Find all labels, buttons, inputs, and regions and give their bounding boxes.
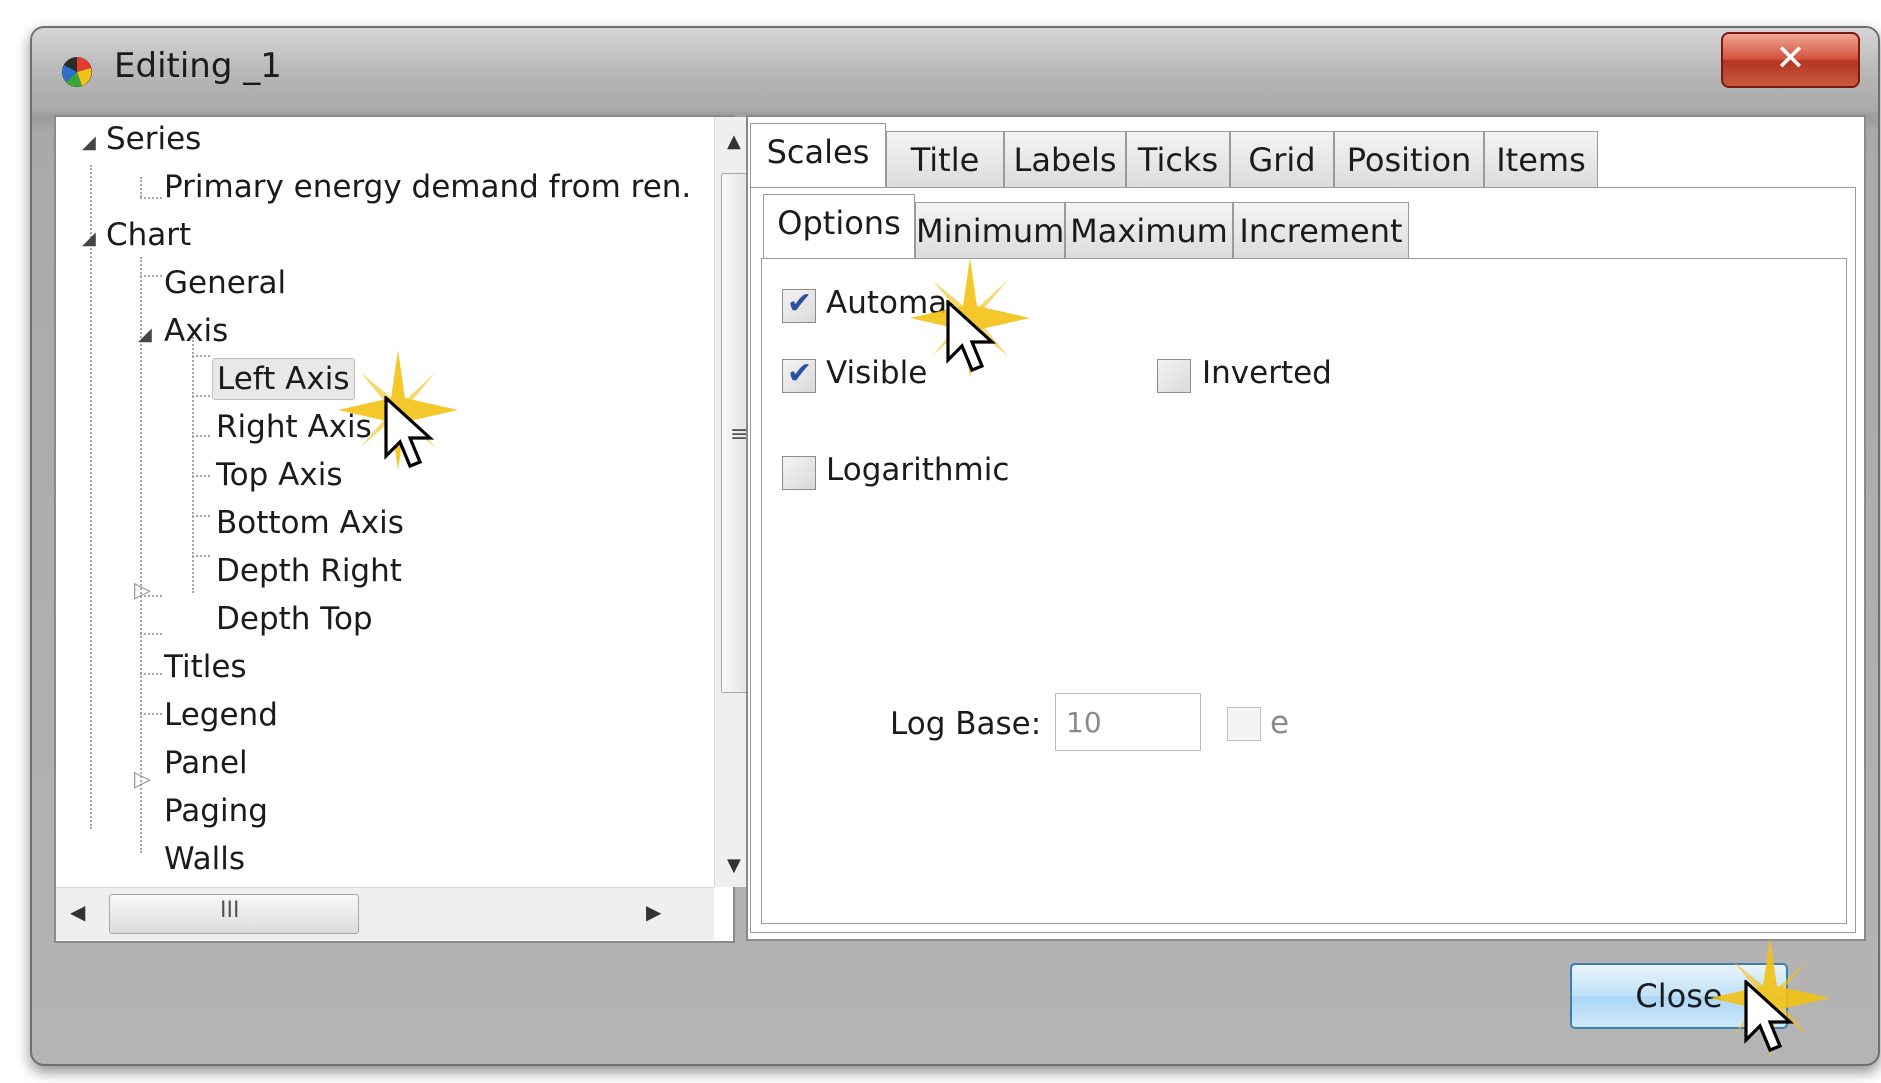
horizontal-scroll-thumb[interactable]: III — [109, 894, 359, 934]
tree-item-titles[interactable]: Titles — [160, 649, 251, 685]
tree-connector — [140, 257, 142, 853]
tree-item-legend[interactable]: Legend — [160, 697, 282, 733]
automatic-checkbox[interactable] — [782, 286, 816, 323]
tree-item-paging[interactable]: Paging — [160, 793, 272, 829]
tree-connector — [192, 355, 210, 357]
tree-connector — [140, 275, 162, 277]
collapsed-arrow-icon[interactable]: ▷ — [134, 578, 151, 603]
tree-connector — [140, 633, 162, 635]
tree-item-walls[interactable]: Walls — [160, 841, 249, 877]
tree-item-top-axis[interactable]: Top Axis — [212, 457, 346, 493]
tree-item-primary-energy[interactable]: Primary energy demand from ren. — [160, 169, 695, 205]
title-bar[interactable]: Editing _1 ✕ — [32, 28, 1878, 112]
window-close-button[interactable]: ✕ — [1721, 32, 1860, 88]
tree-connector — [140, 197, 162, 199]
inverted-checkbox[interactable] — [1157, 359, 1191, 393]
tab-items[interactable]: Items — [1484, 131, 1598, 187]
tree-item-panel[interactable]: Panel — [160, 745, 252, 781]
logarithmic-label: Logarithmic — [826, 452, 1010, 488]
expand-arrow-icon[interactable]: ◢ — [138, 324, 152, 345]
tree-connector — [140, 713, 162, 715]
tree-item-depth-right[interactable]: Depth Right — [212, 553, 406, 589]
axis-editor-panel: Scales Title Labels Ticks Grid Position … — [746, 115, 1866, 941]
tree-item-axis[interactable]: Axis — [160, 313, 232, 349]
log-base-label: Log Base: — [890, 706, 1042, 742]
subtab-maximum[interactable]: Maximum — [1065, 202, 1233, 258]
scroll-down-icon[interactable]: ▼ — [727, 855, 741, 876]
tab-labels[interactable]: Labels — [1004, 131, 1126, 187]
scroll-up-icon[interactable]: ▲ — [727, 131, 741, 152]
tree-connector — [192, 395, 210, 397]
mouse-cursor-icon — [384, 396, 435, 469]
dialog-window: Editing _1 ✕ ◢ ◢ ◢ ▷ ▷ Series Primary en… — [30, 26, 1880, 1066]
expand-arrow-icon[interactable]: ◢ — [82, 228, 96, 249]
collapsed-arrow-icon[interactable]: ▷ — [134, 767, 151, 792]
chart-app-icon — [62, 57, 92, 87]
tab-position[interactable]: Position — [1334, 131, 1484, 187]
tree-connector — [192, 475, 210, 477]
tree-panel: ◢ ◢ ◢ ▷ ▷ Series Primary energy demand f… — [54, 115, 759, 943]
scroll-right-icon[interactable]: ▶ — [646, 900, 661, 924]
tab-scales[interactable]: Scales — [750, 123, 886, 187]
expand-arrow-icon[interactable]: ◢ — [82, 132, 96, 153]
grip-icon: III — [220, 898, 240, 923]
subtab-increment[interactable]: Increment — [1233, 202, 1409, 258]
window-title: Editing _1 — [114, 46, 282, 86]
mouse-cursor-icon — [946, 300, 997, 373]
e-checkbox[interactable] — [1227, 707, 1261, 741]
tree-item-chart[interactable]: Chart — [102, 217, 195, 253]
scroll-left-icon[interactable]: ◀ — [70, 900, 85, 924]
mouse-cursor-icon — [1744, 980, 1795, 1053]
log-base-input[interactable]: 10 — [1055, 693, 1201, 751]
tree-horizontal-scrollbar[interactable]: ◀ III ▶ — [56, 887, 714, 940]
tree-connector — [192, 555, 210, 557]
tree-item-series[interactable]: Series — [102, 121, 205, 157]
subtab-options[interactable]: Options — [763, 194, 915, 258]
tree-item-left-axis[interactable]: Left Axis — [212, 358, 355, 400]
e-label: e — [1270, 705, 1290, 741]
inverted-label: Inverted — [1202, 355, 1332, 391]
tree-item-general[interactable]: General — [160, 265, 290, 301]
visible-checkbox[interactable] — [782, 356, 816, 393]
tab-title[interactable]: Title — [886, 131, 1004, 187]
tab-ticks[interactable]: Ticks — [1126, 131, 1230, 187]
tree-connector — [192, 435, 210, 437]
tree-connector — [140, 177, 142, 197]
tree-connector — [140, 673, 162, 675]
logarithmic-checkbox[interactable] — [782, 456, 816, 490]
tree-item-bottom-axis[interactable]: Bottom Axis — [212, 505, 408, 541]
tab-grid[interactable]: Grid — [1230, 131, 1334, 187]
tree-connector — [192, 515, 210, 517]
tree-item-depth-top[interactable]: Depth Top — [212, 601, 377, 637]
tree-connector — [90, 165, 92, 829]
subtab-minimum[interactable]: Minimum — [915, 202, 1065, 258]
